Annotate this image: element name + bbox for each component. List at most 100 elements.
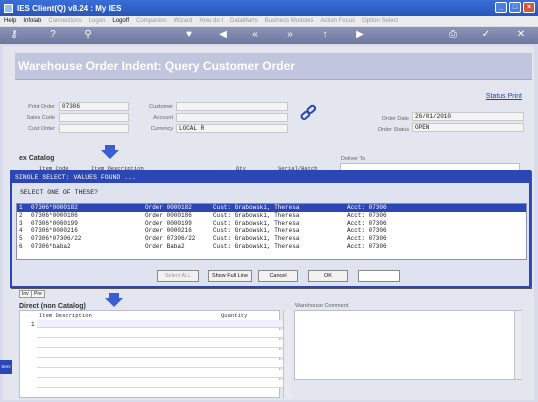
window-title: IES Client(Q) v8.24 : My IES [17, 3, 122, 13]
row-order: Order 0000216 [145, 227, 192, 235]
direct-header-item-description: Item Description [39, 312, 92, 319]
account-label: Account [153, 115, 173, 121]
list-item[interactable]: 5 07306*07306/22 Order 07306/22 Cust: Grabo… [17, 235, 526, 243]
cancel-button[interactable]: Cancel [258, 270, 298, 282]
comment-scrollbar[interactable] [514, 311, 522, 379]
menu-item-logoff[interactable]: Logoff [112, 18, 129, 24]
arrow-down-icon [105, 293, 123, 307]
row-cust: Cust: Grabowski, Theresa [213, 227, 300, 235]
heart-icon[interactable]: ♥ [183, 29, 195, 41]
menu-item-option-select[interactable]: Option Select [362, 18, 398, 24]
forward-icon[interactable]: » [284, 29, 296, 41]
direct-section-label: Direct (non Catalog) [19, 303, 86, 310]
row-acct: Acct: 07306 [347, 235, 387, 243]
sales-code-field[interactable] [59, 113, 129, 122]
row-n: 3 [19, 219, 23, 227]
row-cust: Cust: Grabowski, Theresa [213, 242, 300, 250]
row-acct: Acct: 07306 [347, 242, 387, 250]
print-order-field[interactable]: 07306 [59, 102, 129, 111]
maximize-button[interactable]: □ [509, 2, 521, 13]
close-icon[interactable]: ✕ [515, 29, 527, 41]
minimize-button[interactable]: _ [495, 2, 507, 13]
account-field[interactable] [176, 113, 288, 122]
list-item[interactable]: 3 07306*0000199 Order 0000199 Cust: Grabows… [17, 220, 526, 228]
help-icon[interactable]: ? [47, 29, 59, 41]
order-date-field[interactable]: 26/01/2010 [412, 112, 524, 121]
row-n: 1 [19, 204, 23, 211]
list-item[interactable]: 4 07306*0000216 Order 0000216 Cust: Grabows… [17, 227, 526, 235]
print-order-label: Print Order [28, 104, 55, 110]
values-list: 1 07306*0000182 Order 0000182 Cust: Grabows… [16, 203, 527, 260]
order-status-field[interactable]: OPEN [412, 123, 524, 132]
currency-label: Currency [150, 126, 173, 132]
page-title: Warehouse Order Indent: Query Customer O… [15, 53, 532, 80]
row-code: 07306*0000199 [31, 219, 78, 227]
row-acct: Acct: 07306 [347, 211, 387, 219]
next-icon[interactable]: ▶ [354, 29, 366, 41]
title-bar: IES Client(Q) v8.24 : My IES _ □ × [0, 0, 538, 16]
menu-item-wizard[interactable]: Wizard [174, 18, 193, 24]
row-cust: Cust: Grabowski, Theresa [213, 204, 300, 211]
cust-order-field[interactable] [59, 124, 129, 133]
ok-icon[interactable]: ✓ [480, 29, 492, 41]
menu-item-business-modules[interactable]: Business Modules [265, 18, 314, 24]
close-window-button[interactable]: × [523, 2, 535, 13]
show-full-line-button[interactable]: Show Full Line [208, 270, 252, 282]
row-n: 5 [19, 235, 23, 243]
row-acct: Acct: 07306 [347, 227, 387, 235]
search-icon[interactable]: ⚲ [82, 29, 94, 41]
direct-row[interactable] [37, 350, 283, 358]
menu-item-datamarts[interactable]: DataMarts [230, 18, 258, 24]
menu-item-how-do-i[interactable]: How do I [199, 18, 223, 24]
direct-header-quantity: Quantity [221, 312, 248, 319]
menu-item-infolab[interactable]: Infolab [23, 18, 41, 24]
status-print-link[interactable]: Status Print [486, 93, 522, 100]
direct-row[interactable] [37, 330, 283, 338]
warehouse-comment-field[interactable] [294, 310, 522, 380]
print-icon[interactable]: ⎙ [447, 29, 459, 41]
row-n: 4 [19, 227, 23, 235]
row-code: 07306*baba2 [31, 242, 71, 250]
key-icon[interactable]: ⚷ [8, 29, 20, 41]
customer-field[interactable] [176, 102, 288, 111]
menu-item-connections[interactable]: Connections [48, 18, 81, 24]
row-acct: Acct: 07306 [347, 219, 387, 227]
direct-row[interactable] [37, 380, 283, 388]
row-order: Order 0000199 [145, 219, 192, 227]
dialog-input[interactable] [358, 270, 400, 282]
tab-pre[interactable]: Pre [31, 290, 45, 298]
row-order: Order Baba2 [145, 242, 185, 250]
menu-item-companion[interactable]: Companion [136, 18, 167, 24]
back-icon[interactable]: ◀ [217, 29, 229, 41]
direct-row[interactable] [37, 340, 283, 348]
direct-row[interactable] [37, 360, 283, 368]
up-icon[interactable]: ↑ [319, 29, 331, 41]
list-item[interactable]: 2 07306*0000186 Order 0000186 Cust: Grabows… [17, 212, 526, 220]
row-n: 2 [19, 211, 23, 219]
direct-row[interactable] [37, 320, 283, 328]
ok-button[interactable]: OK [308, 270, 348, 282]
menu-bar: Help Infolab Connections Logon Logoff Compani… [0, 16, 538, 26]
dialog-title: SINGLE SELECT: VALUES FOUND ... [12, 172, 529, 183]
menu-item-action-focus[interactable]: Action Focus [320, 18, 355, 24]
side-strip[interactable]: Serv [0, 360, 12, 374]
menu-item-help[interactable]: Help [4, 18, 16, 24]
rewind-icon[interactable]: « [249, 29, 261, 41]
single-select-dialog: SINGLE SELECT: VALUES FOUND ... SELECT O… [10, 170, 531, 288]
currency-field[interactable]: LOCAL R [176, 124, 288, 133]
direct-row[interactable] [37, 370, 283, 378]
link-icon[interactable] [299, 104, 317, 122]
dialog-prompt: SELECT ONE OF THESE? [20, 189, 99, 196]
direct-row-number: 1 [31, 321, 35, 328]
direct-scrollbar[interactable] [283, 310, 291, 398]
select-all-button[interactable]: Select ALL [157, 270, 199, 282]
order-status-label: Order Status [377, 127, 409, 133]
menu-item-logon[interactable]: Logon [89, 18, 106, 24]
catalog-section-label: ex Catalog [19, 155, 55, 162]
row-code: 07306*07306/22 [31, 235, 82, 243]
tab-inv[interactable]: Inv [19, 290, 32, 298]
row-order: Order 0000186 [145, 211, 192, 219]
list-item[interactable]: 1 07306*0000182 Order 0000182 Cust: Grabows… [17, 204, 526, 212]
row-order: Order 07306/22 [145, 235, 196, 243]
list-item[interactable]: 6 07306*baba2 Order Baba2 Cust: Grabowski, … [17, 243, 526, 251]
